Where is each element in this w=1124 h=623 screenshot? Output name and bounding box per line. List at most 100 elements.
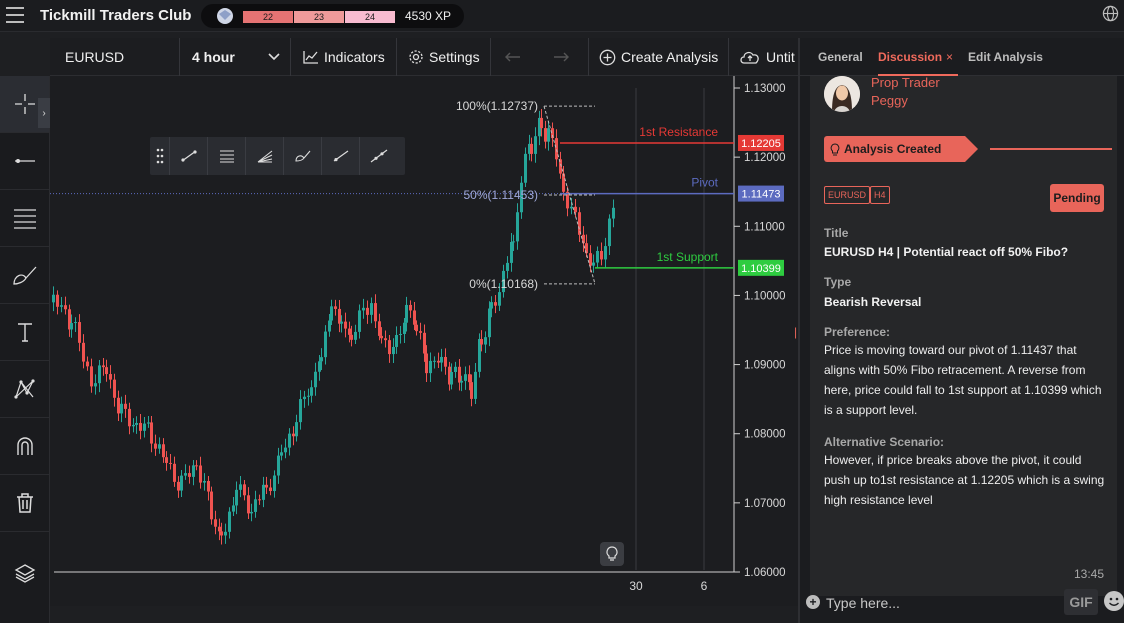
lightbulb-icon[interactable] xyxy=(600,542,624,566)
untitled-button[interactable]: Untit xyxy=(729,38,798,76)
indicators-button[interactable]: Indicators xyxy=(291,38,397,76)
candle-body xyxy=(366,307,369,315)
title-label: Title xyxy=(824,226,849,240)
candle-body xyxy=(105,367,108,375)
price-axis-ticks: 1.13000 1.12000 1.11000 1.10000 1.09000 1.080… xyxy=(734,83,786,579)
create-analysis-button[interactable]: Create Analysis xyxy=(589,38,729,76)
author-name[interactable]: Peggy xyxy=(871,93,908,108)
emoji-icon[interactable] xyxy=(1104,591,1124,611)
trendline-tool-button[interactable] xyxy=(170,137,208,175)
trendline-icon xyxy=(180,150,197,162)
candle-body xyxy=(94,383,97,387)
pattern-tool[interactable] xyxy=(0,361,49,418)
parallel-lines-tool[interactable] xyxy=(0,190,49,247)
candle-body xyxy=(450,371,453,385)
brush-tool[interactable] xyxy=(0,247,49,304)
candle-body xyxy=(562,173,565,192)
layers-tool[interactable] xyxy=(0,544,49,601)
candle-body xyxy=(534,136,537,154)
globe-icon[interactable] xyxy=(1102,5,1119,22)
candle-body xyxy=(374,303,377,322)
parallel-lines-icon xyxy=(13,209,36,229)
y-tick-label: 1.06000 xyxy=(744,567,786,579)
candle-body xyxy=(604,246,607,260)
candle-body xyxy=(589,253,592,266)
magnet-tool[interactable] xyxy=(0,418,49,475)
candle-body xyxy=(378,321,381,336)
tab-discussion[interactable]: Discussion × xyxy=(878,50,953,64)
xp-level-segment: 24 xyxy=(345,11,395,23)
candle-body xyxy=(324,331,327,358)
close-tab-icon[interactable]: × xyxy=(946,50,953,64)
brush-icon xyxy=(12,266,36,285)
avatar[interactable] xyxy=(824,76,860,112)
add-attachment-icon[interactable]: + xyxy=(806,595,820,609)
extended-line-tool-button[interactable] xyxy=(360,137,398,175)
candle-body xyxy=(395,335,398,347)
candle-body xyxy=(484,337,487,345)
preference-text: Price is moving toward our pivot of 1.11… xyxy=(824,343,1102,417)
drawing-tools-sidebar xyxy=(0,76,50,623)
analysis-panel: General Discussion × Edit Analysis Prop T… xyxy=(798,38,1124,623)
candle-body xyxy=(192,465,195,477)
candle-body xyxy=(295,422,298,437)
candle-body xyxy=(147,422,150,424)
candle-body xyxy=(262,484,265,500)
drag-handle-icon[interactable] xyxy=(150,137,170,175)
level-badge-icon xyxy=(217,8,233,24)
alternative-scenario-label: Alternative Scenario: xyxy=(824,435,945,449)
fib-retracement-tool-button[interactable] xyxy=(208,137,246,175)
settings-label: Settings xyxy=(429,49,480,65)
candle-body xyxy=(60,305,63,307)
message-input[interactable] xyxy=(826,593,1056,613)
fib-retracement-icon xyxy=(219,150,234,163)
candle-body xyxy=(592,262,595,266)
chart-toolbar: EURUSD 4 hour Indicators Settings Create… xyxy=(50,38,798,76)
timeframe-label: 4 hour xyxy=(192,49,235,65)
candle-body xyxy=(78,322,81,343)
redo-button[interactable] xyxy=(539,38,589,76)
analysis-card: Prop Trader Peggy Analysis Created EURUS… xyxy=(810,75,1117,596)
candle-body xyxy=(310,387,313,396)
timeframe-dropdown[interactable]: 4 hour xyxy=(180,38,291,76)
candle-body xyxy=(154,443,157,449)
candle-body xyxy=(530,143,533,154)
candle-body xyxy=(150,422,153,444)
candle-body xyxy=(292,433,295,437)
analysis-created-label: Analysis Created xyxy=(844,142,942,156)
delete-tool[interactable] xyxy=(0,475,49,532)
symbol-selector[interactable]: EURUSD xyxy=(50,38,180,76)
candle-body xyxy=(582,234,585,244)
tab-general[interactable]: General xyxy=(818,50,863,64)
candle-body xyxy=(362,307,365,311)
undo-button[interactable] xyxy=(491,38,539,76)
candle-body xyxy=(388,340,391,355)
candle-body xyxy=(506,262,509,271)
candle-body xyxy=(354,331,357,340)
candle-body xyxy=(180,475,183,491)
brush-icon xyxy=(294,150,310,162)
candle-body xyxy=(195,465,198,467)
brush-tool-button[interactable] xyxy=(284,137,322,175)
gif-button[interactable]: GIF xyxy=(1064,589,1098,615)
hamburger-menu-icon[interactable] xyxy=(6,7,24,23)
candle-body xyxy=(143,423,146,431)
add-circle-icon xyxy=(599,49,616,65)
ray-tool-button[interactable] xyxy=(322,137,360,175)
text-tool[interactable] xyxy=(0,304,49,361)
app-title: Tickmill Traders Club xyxy=(40,7,192,24)
analysis-created-banner: Analysis Created xyxy=(824,136,979,162)
horizontal-line-tool[interactable] xyxy=(0,133,49,190)
candle-body xyxy=(544,128,547,142)
fib-fan-tool-button[interactable] xyxy=(246,137,284,175)
tab-edit-analysis[interactable]: Edit Analysis xyxy=(968,50,1043,64)
candle-body xyxy=(350,334,353,340)
candle-body xyxy=(90,366,93,387)
candle-body xyxy=(358,310,361,332)
expand-tools-chevron-icon[interactable]: › xyxy=(38,98,50,128)
xp-level-segment: 23 xyxy=(294,11,344,23)
candle-body xyxy=(98,365,101,384)
candle-body xyxy=(516,212,519,242)
candle-body xyxy=(299,399,302,423)
settings-button[interactable]: Settings xyxy=(397,38,491,76)
